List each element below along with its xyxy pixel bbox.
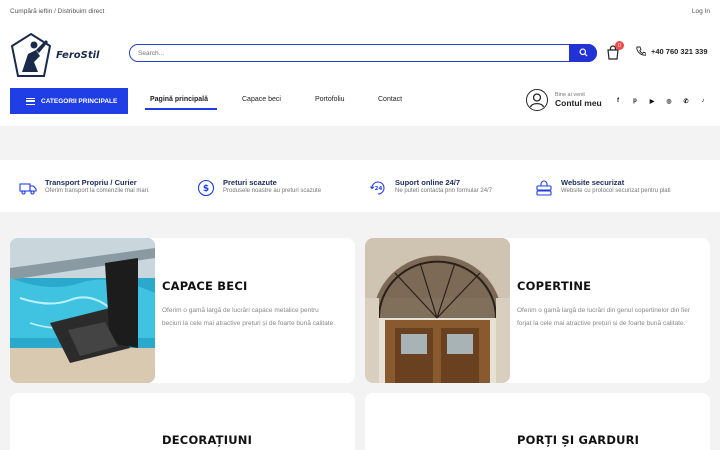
card-title: COPERTINE [517,279,592,293]
account-label: Contul meu [555,98,602,108]
search-icon [578,48,588,57]
feature-title: Suport online 24/7 [395,178,461,187]
cart-count-badge: 0 [615,41,624,50]
whatsapp-icon[interactable]: ✆ [680,95,692,107]
dollar-coin-icon: $ [196,178,216,198]
cart-button[interactable]: 0 [605,41,624,62]
secure-server-icon [534,178,554,198]
pinterest-icon[interactable]: p [629,95,641,107]
feature-desc: Website cu protocol securizat pentru pla… [561,188,671,194]
card-title: CAPACE BECI [162,279,248,293]
social-links: f p ▶ ◎ ✆ ♪ [612,95,714,107]
header: FeroStil 0 +40 760 321 339 CATEGORII PRI… [0,24,720,126]
card-title: DECORAȚIUNI [162,433,253,447]
account-link[interactable]: Bine ai venit Contul meu [526,89,602,111]
nav-portofoliu[interactable]: Portofoliu [315,96,345,103]
feature-support: 24 Suport online 24/7 Ne puteti contacta… [368,178,492,198]
card-description: Oferim o gamă largă de lucrări din genul… [517,307,691,327]
feature-desc: Ne puteti contacta prin formular 24/7 [395,188,493,194]
card-title: PORȚI ȘI GARDURI [517,433,640,447]
menu-icon [26,97,35,105]
search-button[interactable] [569,43,597,62]
nav-home[interactable]: Pagină principală [150,96,208,103]
feature-desc: Produsele noastre au preturi scazute [223,188,322,194]
categories-label: CATEGORII PRINCIPALE [41,97,118,105]
card-image-copertine [365,238,510,383]
nav-active-indicator [145,108,217,110]
nav-contact[interactable]: Contact [378,96,402,103]
category-card-decoratiuni[interactable]: DECORAȚIUNI [10,393,355,450]
category-card-copertine[interactable]: COPERTINE Oferim o gamă largă de lucrări… [365,238,710,383]
feature-secure: Website securizat Website cu protocol se… [534,178,671,198]
user-avatar-icon [526,89,548,111]
top-bar: Cumpără ieftin / Distribuim direct Log I… [0,0,720,24]
search-input[interactable] [138,47,558,59]
phone-contact[interactable]: +40 760 321 339 [636,46,708,56]
tiktok-icon[interactable]: ♪ [697,95,709,107]
feature-title: Transport Propriu / Curier [45,178,137,187]
facebook-icon[interactable]: f [612,95,624,107]
feature-transport: Transport Propriu / Curier Oferim transp… [18,178,150,198]
feature-title: Website securizat [561,178,625,187]
phone-icon [636,46,646,56]
category-card-porti-garduri[interactable]: PORȚI ȘI GARDURI [365,393,710,450]
nav-capace-beci[interactable]: Capace beci [242,96,281,103]
features-strip: Transport Propriu / Curier Oferim transp… [0,160,720,212]
instagram-icon[interactable]: ◎ [663,95,675,107]
search-bar [129,43,597,62]
card-image-capace-beci [10,238,155,383]
svg-text:24: 24 [375,186,383,192]
truck-icon [18,178,38,198]
support-24-icon: 24 [368,178,388,198]
category-card-capace-beci[interactable]: CAPACE BECI Oferim o gamă largă de lucră… [10,238,355,383]
phone-number: +40 760 321 339 [651,46,708,56]
tagline: Cumpără ieftin / Distribuim direct [10,8,105,15]
card-description: Oferim o gamă largă de lucrări capace me… [162,307,336,327]
categories-button[interactable]: CATEGORII PRINCIPALE [10,88,128,114]
youtube-icon[interactable]: ▶ [646,95,658,107]
logo[interactable]: FeroStil [10,32,99,78]
login-link[interactable]: Log In [692,8,710,15]
feature-title: Preturi scazute [223,178,277,187]
logo-text: FeroStil [56,49,100,61]
svg-text:$: $ [203,184,209,194]
feature-desc: Oferim transport la comenzile mai mari. [45,188,150,194]
logo-icon [10,32,52,77]
feature-prices: $ Preturi scazute Produsele noastre au p… [196,178,321,198]
